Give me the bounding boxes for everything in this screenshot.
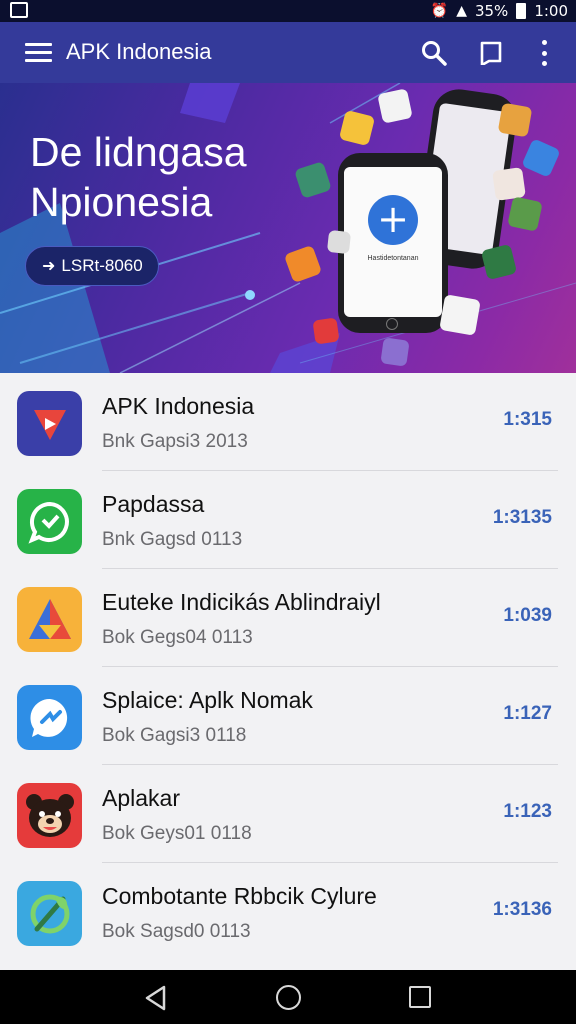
back-icon[interactable] xyxy=(143,985,169,1011)
navigation-bar xyxy=(0,970,576,1024)
app-tile-icon xyxy=(326,229,352,255)
app-name: Euteke Indicikás Ablindraiyl xyxy=(102,589,381,615)
screenshot-notification-icon xyxy=(10,2,28,18)
app-subtitle: Bnk Gagsd 0113 xyxy=(102,529,243,550)
leaf-logo-icon xyxy=(17,881,82,946)
arrow-badge-icon: ➜ xyxy=(42,258,56,275)
app-title: APK Indonesia xyxy=(66,39,212,64)
app-count: 1:127 xyxy=(503,703,552,724)
app-name: Papdassa xyxy=(102,491,205,517)
app-tile-icon xyxy=(439,294,481,336)
app-name: Splaice: Aplk Nomak xyxy=(102,687,313,713)
phone-home-button xyxy=(386,318,398,330)
battery-icon xyxy=(516,3,527,19)
plus-icon: + xyxy=(368,195,418,245)
app-subtitle: Bok Gegs04 0113 xyxy=(102,627,253,648)
app-tile-icon xyxy=(312,317,340,345)
promo-banner[interactable]: De lidngasa Npionesia ➜ LSRt-8060 + Hast… xyxy=(0,83,576,373)
app-name: Combotante Rbbcik Cylure xyxy=(102,883,377,909)
app-count: 1:315 xyxy=(503,409,552,430)
home-icon[interactable] xyxy=(276,985,301,1010)
play-icon xyxy=(17,391,82,456)
status-indicators: ⏰ ▲ 35% 1:00 xyxy=(431,0,568,22)
app-subtitle: Bok Geys01 0118 xyxy=(102,823,252,844)
clock: 1:00 xyxy=(534,2,568,20)
more-vert-icon[interactable] xyxy=(534,40,554,66)
search-icon[interactable] xyxy=(421,40,447,66)
phone-illustration-front: + Hastidetontanan xyxy=(338,153,448,333)
banner-chip[interactable]: ➜ LSRt-8060 xyxy=(25,246,159,286)
chat-bubble-icon xyxy=(17,489,82,554)
app-subtitle: Bok Sagsd0 0113 xyxy=(102,921,251,942)
list-item[interactable]: Euteke Indicikás Ablindraiyl Bok Gegs04 … xyxy=(0,569,576,667)
app-count: 1:123 xyxy=(503,801,552,822)
list-item[interactable]: Papdassa Bnk Gagsd 0113 1:3135 xyxy=(0,471,576,569)
app-tile-icon xyxy=(497,102,533,138)
app-name: Aplakar xyxy=(102,785,180,811)
bear-face-icon xyxy=(17,783,82,848)
list-item[interactable]: Combotante Rbbcik Cylure Bok Sagsd0 0113… xyxy=(0,863,576,961)
app-subtitle: Bnk Gapsi3 2013 xyxy=(102,431,248,452)
bookmark-icon[interactable] xyxy=(479,41,503,65)
battery-percent: 35% xyxy=(474,2,509,20)
app-subtitle: Bok Gagsi3 0118 xyxy=(102,725,247,746)
app-tile-icon xyxy=(377,88,413,124)
app-count: 1:3136 xyxy=(492,899,552,920)
banner-title: De lidngasa Npionesia xyxy=(30,129,247,225)
app-tile-icon xyxy=(507,196,543,232)
app-bar: APK Indonesia xyxy=(0,22,576,83)
signal-icon: ▲ xyxy=(456,3,467,19)
phone-caption: Hastidetontanan xyxy=(367,255,419,262)
list-item[interactable]: Splaice: Aplk Nomak Bok Gagsi3 0118 1:12… xyxy=(0,667,576,765)
list-item[interactable]: APK Indonesia Bnk Gapsi3 2013 1:315 xyxy=(0,373,576,471)
alarm-icon: ⏰ xyxy=(430,3,449,19)
triangle-logo-icon xyxy=(17,587,82,652)
recents-icon[interactable] xyxy=(409,986,431,1008)
app-name: APK Indonesia xyxy=(102,393,255,419)
list-item[interactable]: Aplakar Bok Geys01 0118 1:123 xyxy=(0,765,576,863)
app-list: APK Indonesia Bnk Gapsi3 2013 1:315 Papd… xyxy=(0,373,576,970)
app-tile-icon xyxy=(492,167,526,201)
banner-chip-label: LSRt-8060 xyxy=(61,256,143,275)
status-bar: ⏰ ▲ 35% 1:00 xyxy=(0,0,576,22)
app-count: 1:039 xyxy=(503,605,552,626)
messenger-icon xyxy=(17,685,82,750)
app-count: 1:3135 xyxy=(492,507,552,528)
app-tile-icon xyxy=(380,337,410,367)
menu-icon[interactable] xyxy=(25,43,52,63)
